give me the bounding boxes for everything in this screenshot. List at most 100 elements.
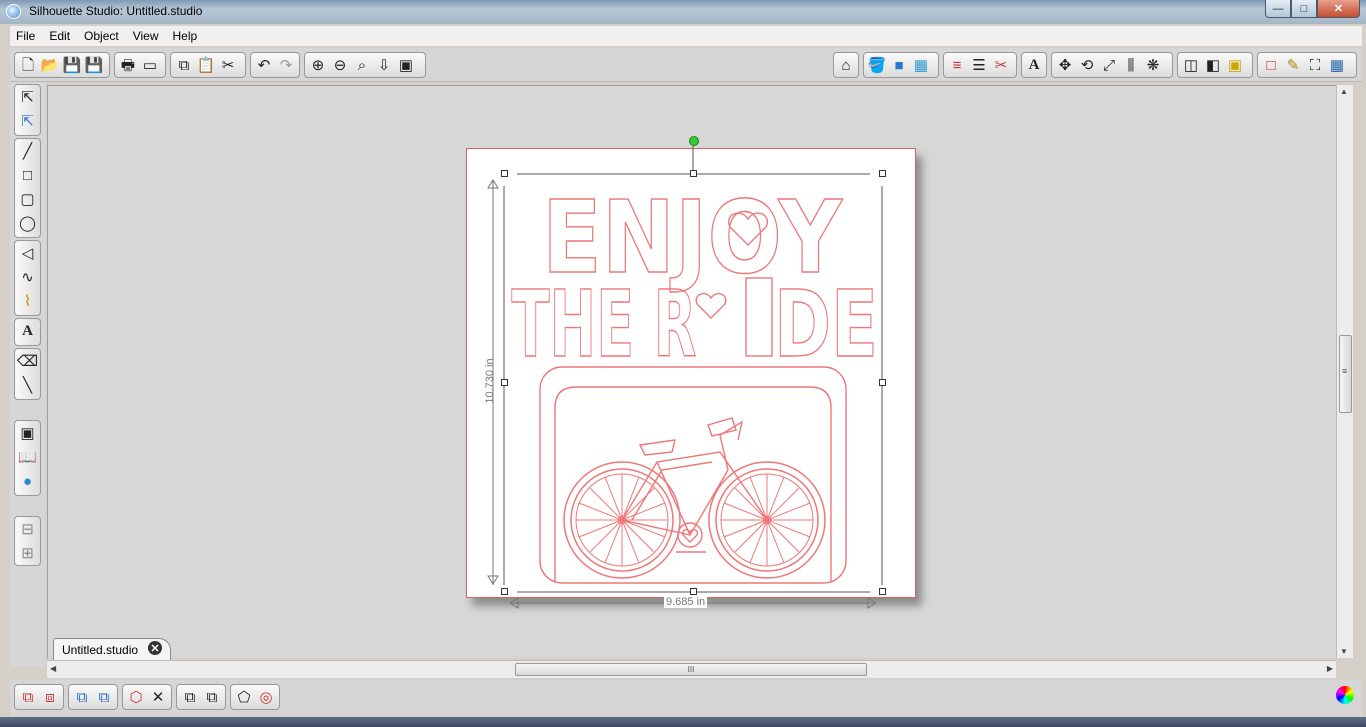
weld-icon[interactable]: ▣: [1224, 54, 1246, 76]
fit-page-icon[interactable]: ▣: [395, 54, 417, 76]
fill-color-icon[interactable]: 🪣: [866, 54, 888, 76]
page-setup-icon[interactable]: □: [1260, 54, 1282, 76]
scroll-up-icon[interactable]: ▲: [1340, 87, 1348, 96]
menu-object[interactable]: Object: [78, 29, 125, 43]
library-book-icon[interactable]: 📖: [16, 445, 40, 469]
resize-handle-tr[interactable]: [879, 170, 886, 177]
send-to-back-icon[interactable]: ⧉: [201, 686, 223, 708]
group-icon[interactable]: ⧉: [17, 686, 39, 708]
line-style-icon[interactable]: ☰: [968, 54, 990, 76]
knife-icon[interactable]: ╲: [16, 373, 40, 397]
bottom-toolbar: ⧉ ⧈ ⧉ ⧉ ⬡ ✕ ⧉ ⧉ ⬠ ◎: [10, 680, 1362, 716]
offset-icon[interactable]: ◧: [1202, 54, 1224, 76]
text-style-icon[interactable]: A: [1024, 54, 1044, 76]
print-icon[interactable]: 🖶: [117, 54, 139, 76]
pan-icon[interactable]: ⇩: [373, 54, 395, 76]
release-compound-icon[interactable]: ⧉: [93, 686, 115, 708]
replicate-icon[interactable]: ❋: [1142, 54, 1164, 76]
curve-icon[interactable]: ∿: [16, 265, 40, 289]
paste-icon[interactable]: 📋: [195, 54, 217, 76]
app-logo-icon: [6, 4, 21, 19]
split-horizontal-icon[interactable]: ⊟: [16, 517, 40, 541]
grid-icon[interactable]: ▦: [1326, 54, 1348, 76]
tab-untitled-studio[interactable]: Untitled.studio ✕: [53, 638, 171, 660]
point-edit-icon[interactable]: ⇱: [16, 109, 40, 133]
resize-handle-bl[interactable]: [501, 588, 508, 595]
page-icon[interactable]: ▣: [16, 421, 40, 445]
menu-help[interactable]: Help: [167, 29, 204, 43]
rectangle-icon[interactable]: □: [16, 163, 40, 187]
open-icon[interactable]: 📂: [39, 54, 61, 76]
zoom-in-icon[interactable]: ⊕: [307, 54, 329, 76]
resize-handle-b[interactable]: [690, 588, 697, 595]
menu-edit[interactable]: Edit: [43, 29, 76, 43]
sketch-icon[interactable]: ✎: [1282, 54, 1304, 76]
scale-icon[interactable]: ⤢: [1098, 54, 1120, 76]
cut-style-icon[interactable]: ✂: [990, 54, 1012, 76]
polygon-icon[interactable]: ◁: [16, 241, 40, 265]
horizontal-scrollbar[interactable]: ◀ III ▶: [47, 660, 1336, 678]
select-icon[interactable]: ⇱: [16, 85, 40, 109]
os-taskbar: [0, 717, 1366, 727]
line-color-icon[interactable]: ≡: [946, 54, 968, 76]
modify-shape-icon[interactable]: ⬠: [233, 686, 255, 708]
freehand-icon[interactable]: ⌇: [16, 289, 40, 313]
group-tools: ⧉ ⧈: [14, 684, 64, 710]
gradient-icon[interactable]: ■: [888, 54, 910, 76]
zoom-out-icon[interactable]: ⊖: [329, 54, 351, 76]
delete-icon[interactable]: ✕: [147, 686, 169, 708]
undo-icon[interactable]: ↶: [253, 54, 275, 76]
library-icon[interactable]: ⌂: [836, 54, 856, 76]
ellipse-icon[interactable]: ◯: [16, 211, 40, 235]
redo-icon[interactable]: ↷: [275, 54, 297, 76]
make-compound-icon[interactable]: ⧉: [71, 686, 93, 708]
window-title: Silhouette Studio: Untitled.studio: [29, 4, 203, 18]
save-library-icon[interactable]: 💾: [83, 54, 105, 76]
move-icon[interactable]: ✥: [1054, 54, 1076, 76]
ungroup-icon[interactable]: ⧈: [39, 686, 61, 708]
text-icon[interactable]: A: [16, 319, 40, 343]
target-icon[interactable]: ◎: [255, 686, 277, 708]
cut-icon[interactable]: ✂: [217, 54, 239, 76]
resize-handle-l[interactable]: [501, 379, 508, 386]
resize-handle-r[interactable]: [879, 379, 886, 386]
menu-view[interactable]: View: [127, 29, 165, 43]
resize-handle-br[interactable]: [879, 588, 886, 595]
save-icon[interactable]: 💾: [61, 54, 83, 76]
scroll-right-icon[interactable]: ▶: [1327, 664, 1333, 673]
rounded-rectangle-icon[interactable]: ▢: [16, 187, 40, 211]
title-bar: Silhouette Studio: Untitled.studio — □ ✕: [0, 0, 1366, 24]
rotate-icon[interactable]: ⟲: [1076, 54, 1098, 76]
copy-icon[interactable]: ⧉: [173, 54, 195, 76]
tab-close-icon[interactable]: ✕: [148, 641, 162, 655]
trace-icon[interactable]: ◫: [1180, 54, 1202, 76]
close-button[interactable]: ✕: [1317, 0, 1360, 18]
horizontal-scroll-thumb[interactable]: III: [515, 663, 867, 676]
minimize-button[interactable]: —: [1265, 0, 1291, 18]
zoom-select-icon[interactable]: ⌕: [351, 54, 373, 76]
menu-file[interactable]: File: [10, 29, 41, 43]
tab-label: Untitled.studio: [62, 642, 139, 657]
eraser-icon[interactable]: ⌫: [16, 349, 40, 373]
new-icon[interactable]: 🗋: [17, 54, 39, 76]
maximize-button[interactable]: □: [1291, 0, 1317, 18]
split-vertical-icon[interactable]: ⊞: [16, 541, 40, 565]
pattern-icon[interactable]: ▦: [910, 54, 932, 76]
silhouette-store-icon[interactable]: ●: [16, 469, 40, 493]
fullscreen-icon[interactable]: ⛶: [1304, 54, 1326, 76]
scroll-left-icon[interactable]: ◀: [50, 664, 56, 673]
line-icon[interactable]: ╱: [16, 139, 40, 163]
release-path-icon[interactable]: ⬡: [125, 686, 147, 708]
color-wheel-icon[interactable]: [1336, 686, 1354, 704]
resize-handle-tl[interactable]: [501, 170, 508, 177]
path-tools: ⬡ ✕: [122, 684, 172, 710]
align-icon[interactable]: ⫼: [1120, 54, 1142, 76]
scroll-down-icon[interactable]: ▼: [1340, 647, 1348, 656]
rotate-handle[interactable]: [689, 136, 699, 146]
resize-handle-t[interactable]: [690, 170, 697, 177]
send-to-cutter-icon[interactable]: ▭: [139, 54, 161, 76]
vertical-scroll-thumb[interactable]: ≡: [1339, 335, 1352, 413]
cutting-mat-page[interactable]: [466, 148, 916, 598]
bring-to-front-icon[interactable]: ⧉: [179, 686, 201, 708]
vertical-scrollbar[interactable]: ▲ ≡ ▼: [1336, 85, 1353, 658]
